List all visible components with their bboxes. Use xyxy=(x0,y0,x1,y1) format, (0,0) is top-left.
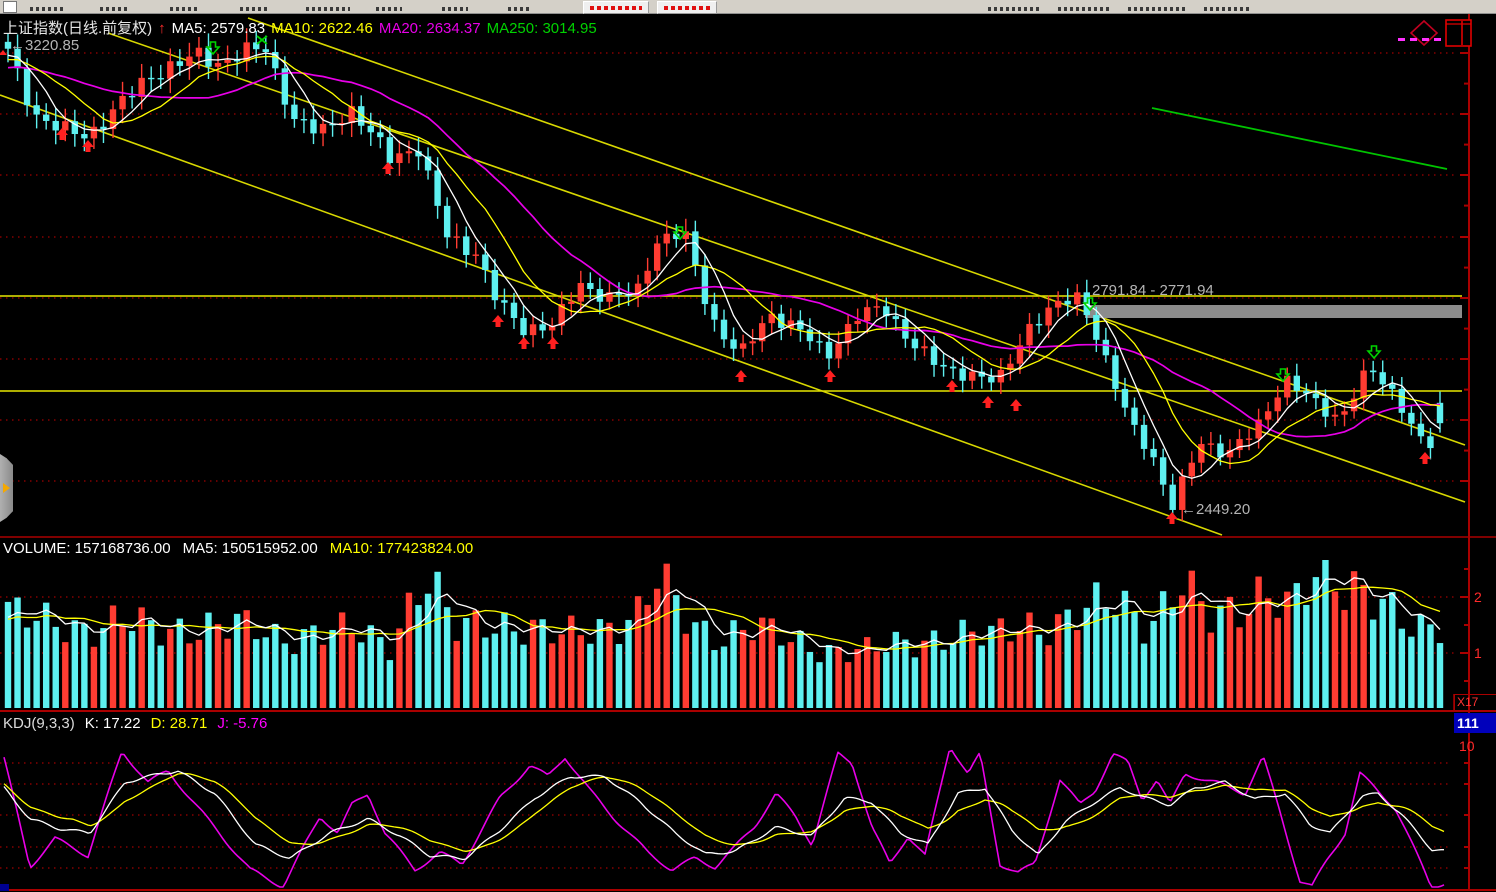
ma250-legend: MA250: 3014.95 xyxy=(487,20,597,37)
app-icon xyxy=(3,1,17,13)
pane-separators xyxy=(0,537,1496,890)
up-arrow-icon: ↑ xyxy=(158,20,166,37)
ma250-line xyxy=(1152,108,1447,169)
low-price-label: ←2449.20 xyxy=(1181,501,1250,518)
topright-icons[interactable] xyxy=(1398,20,1471,46)
menubar-item[interactable] xyxy=(170,7,200,11)
volume-multiplier-box: X17 xyxy=(1454,694,1496,711)
menubar-item[interactable] xyxy=(508,7,532,11)
magenta-dash-marker xyxy=(1422,38,1429,41)
gridlines xyxy=(0,53,1458,868)
kdj-d-line xyxy=(4,774,1444,852)
magenta-dash-marker xyxy=(1398,38,1405,41)
volume-pane-header: VOLUME: 157168736.00 MA5: 150515952.00 MA1… xyxy=(3,540,473,557)
expand-arrow-icon xyxy=(3,483,10,493)
menubar[interactable] xyxy=(0,0,1496,14)
menubar-right-text xyxy=(988,7,1042,11)
menubar-item[interactable] xyxy=(240,7,268,11)
sidebar-expand-tab[interactable] xyxy=(0,454,13,522)
magenta-dash-marker xyxy=(1410,38,1417,41)
candlesticks xyxy=(5,28,1443,521)
gap-range-label: 2791.84 - 2771.94 xyxy=(1092,282,1214,299)
chart-canvas[interactable] xyxy=(0,0,1496,892)
menubar-item[interactable] xyxy=(376,7,402,11)
kdj-j-line xyxy=(4,751,1444,887)
diamond-icon xyxy=(1411,21,1437,45)
ma10-line xyxy=(8,57,1440,464)
kdj-name: KDJ(9,3,3) xyxy=(3,715,75,732)
ma5-line xyxy=(8,53,1440,478)
volume-value: VOLUME: 157168736.00 xyxy=(3,540,171,557)
volume-ma5: MA5: 150515952.00 xyxy=(183,540,318,557)
menubar-red-button[interactable] xyxy=(583,1,649,14)
kdj-axis-tick: 10 xyxy=(1459,738,1475,754)
window-corner-fragment xyxy=(0,884,9,891)
menubar-red-button[interactable] xyxy=(657,1,717,14)
kdj-axis-top-value: 111 xyxy=(1454,713,1496,733)
kdj-j-value: J: -5.76 xyxy=(217,715,267,732)
menubar-right-text xyxy=(1058,7,1110,11)
menubar-right-text xyxy=(1204,7,1252,11)
magenta-dash-marker xyxy=(1434,38,1441,41)
kdj-k-value: K: 17.22 xyxy=(85,715,141,732)
volume-axis-tick-1: 1 xyxy=(1474,645,1482,661)
kdj-d-value: D: 28.71 xyxy=(151,715,208,732)
volume-axis-tick-2: 2 xyxy=(1474,589,1482,605)
ma20-legend: MA20: 2634.37 xyxy=(379,20,481,37)
stock-chart-app: 上证指数(日线.前复权) ↑ MA5: 2579.83 MA10: 2622.46 MA… xyxy=(0,0,1496,892)
volume-ma10: MA10: 177423824.00 xyxy=(330,540,473,557)
volume-ma5-line xyxy=(8,578,1440,654)
signal-arrows xyxy=(0,36,1431,524)
right-axis xyxy=(1460,14,1469,890)
kdj-pane-header: KDJ(9,3,3) K: 17.22 D: 28.71 J: -5.76 xyxy=(3,715,267,732)
menubar-item[interactable] xyxy=(306,7,350,11)
high-price-label: ←3220.85 xyxy=(10,37,79,54)
menubar-right-text xyxy=(1128,7,1186,11)
gap-box xyxy=(1085,305,1462,318)
menubar-item[interactable] xyxy=(100,7,130,11)
symbol-title: 上证指数(日线.前复权) xyxy=(3,20,152,37)
ma10-legend: MA10: 2622.46 xyxy=(271,20,373,37)
menubar-item[interactable] xyxy=(30,7,64,11)
ma5-legend: MA5: 2579.83 xyxy=(172,20,265,37)
price-pane-header: 上证指数(日线.前复权) ↑ MA5: 2579.83 MA10: 2622.46 MA… xyxy=(3,17,603,38)
menubar-item[interactable] xyxy=(442,7,468,11)
